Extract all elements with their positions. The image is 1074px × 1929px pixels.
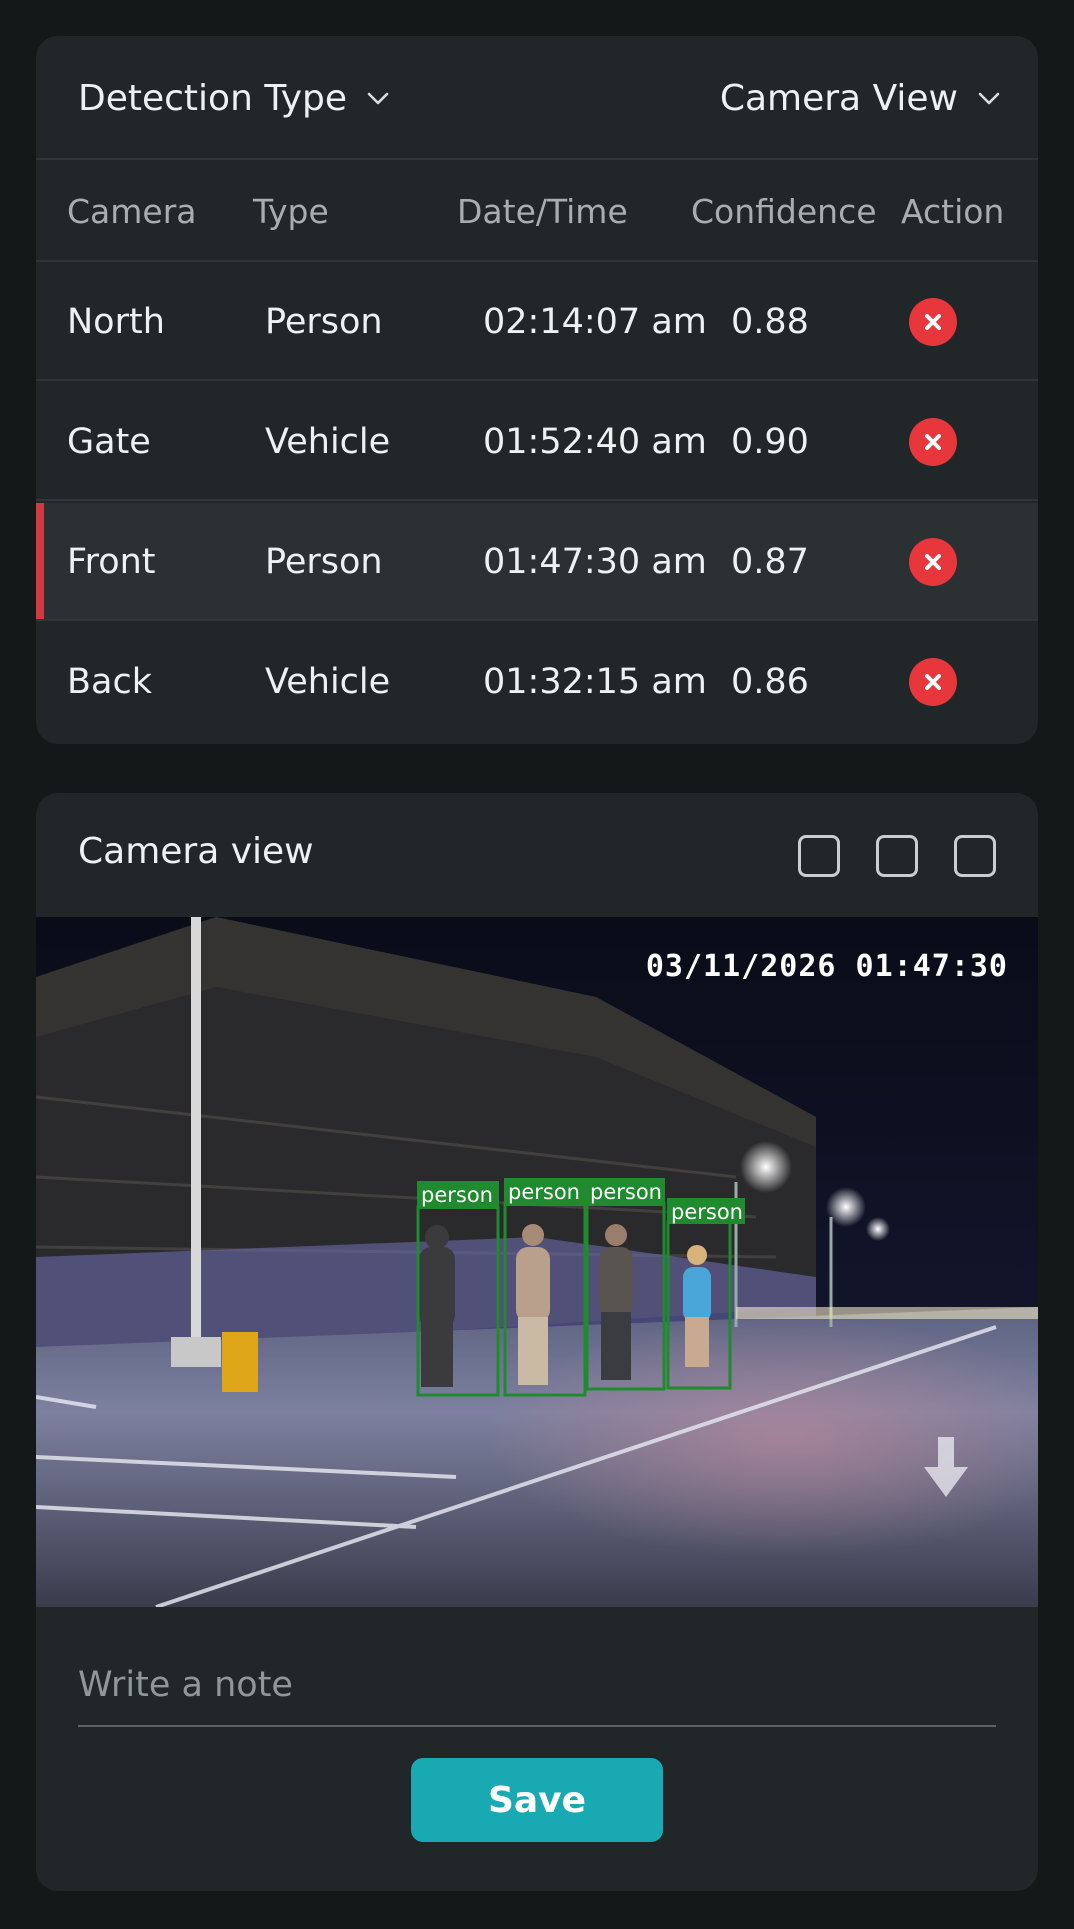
column-header-confidence[interactable]: Confidence (691, 192, 877, 231)
note-input[interactable] (78, 1645, 996, 1727)
detection-label: person (421, 1183, 493, 1207)
chevron-down-icon (978, 92, 1000, 105)
detection-label: person (671, 1200, 743, 1224)
delete-button[interactable] (909, 418, 957, 466)
chevron-down-icon (367, 92, 389, 105)
cell-confidence: 0.88 (731, 302, 809, 342)
cell-type: Person (265, 302, 383, 342)
cell-confidence: 0.86 (731, 662, 809, 702)
camera-scene: person person person person (36, 917, 1038, 1607)
cell-datetime: 01:52:40 am (483, 422, 707, 462)
cell-datetime: 02:14:07 am (483, 302, 707, 342)
detection-type-dropdown[interactable]: Detection Type (78, 74, 391, 122)
save-button[interactable]: Save (411, 1758, 663, 1842)
detection-type-label: Detection Type (78, 77, 348, 119)
cell-datetime: 01:32:15 am (483, 662, 707, 702)
column-header-camera[interactable]: Camera (67, 192, 197, 231)
column-header-datetime[interactable]: Date/Time (457, 192, 628, 231)
camera-view-dropdown[interactable]: Camera View (720, 74, 1002, 122)
camera-feed[interactable]: person person person person 03/11/2026 0… (36, 917, 1038, 1607)
detections-card: Detection Type Camera View Camera Type D… (36, 36, 1038, 744)
cell-camera: Back (67, 662, 152, 702)
column-header-action: Action (901, 192, 1005, 231)
cell-datetime: 01:47:30 am (483, 542, 707, 582)
cell-camera: Front (67, 542, 156, 582)
camera-view-label: Camera View (719, 77, 958, 119)
cell-confidence: 0.90 (731, 422, 809, 462)
table-row[interactable]: Gate Vehicle 01:52:40 am 0.90 (36, 383, 1038, 501)
detection-label: person (590, 1180, 662, 1204)
camera-header: Camera view (36, 793, 1038, 917)
table-row[interactable]: Back Vehicle 01:32:15 am 0.86 (36, 623, 1038, 741)
close-icon (925, 434, 941, 450)
detection-label: person (508, 1180, 580, 1204)
camera-timestamp: 03/11/2026 01:47:30 (645, 949, 1008, 984)
cell-type: Vehicle (265, 662, 391, 702)
close-icon (925, 554, 941, 570)
cell-camera: North (67, 302, 165, 342)
camera-card: Camera view person person person person … (36, 793, 1038, 1891)
cell-type: Person (265, 542, 383, 582)
cell-confidence: 0.87 (731, 542, 809, 582)
table-row[interactable]: North Person 02:14:07 am 0.88 (36, 263, 1038, 381)
cell-type: Vehicle (265, 422, 391, 462)
filter-bar: Detection Type Camera View (36, 36, 1038, 160)
column-header-type[interactable]: Type (253, 192, 329, 231)
layout-single-button[interactable] (798, 835, 840, 877)
layout-grid-button[interactable] (876, 835, 918, 877)
delete-button[interactable] (909, 538, 957, 586)
cell-camera: Gate (67, 422, 151, 462)
close-icon (925, 314, 941, 330)
close-icon (925, 674, 941, 690)
delete-button[interactable] (909, 658, 957, 706)
layout-fullscreen-button[interactable] (954, 835, 996, 877)
table-header: Camera Type Date/Time Confidence Action (36, 162, 1038, 262)
camera-view-title: Camera view (78, 831, 314, 872)
delete-button[interactable] (909, 298, 957, 346)
table-row-selected[interactable]: Front Person 01:47:30 am 0.87 (36, 503, 1038, 621)
